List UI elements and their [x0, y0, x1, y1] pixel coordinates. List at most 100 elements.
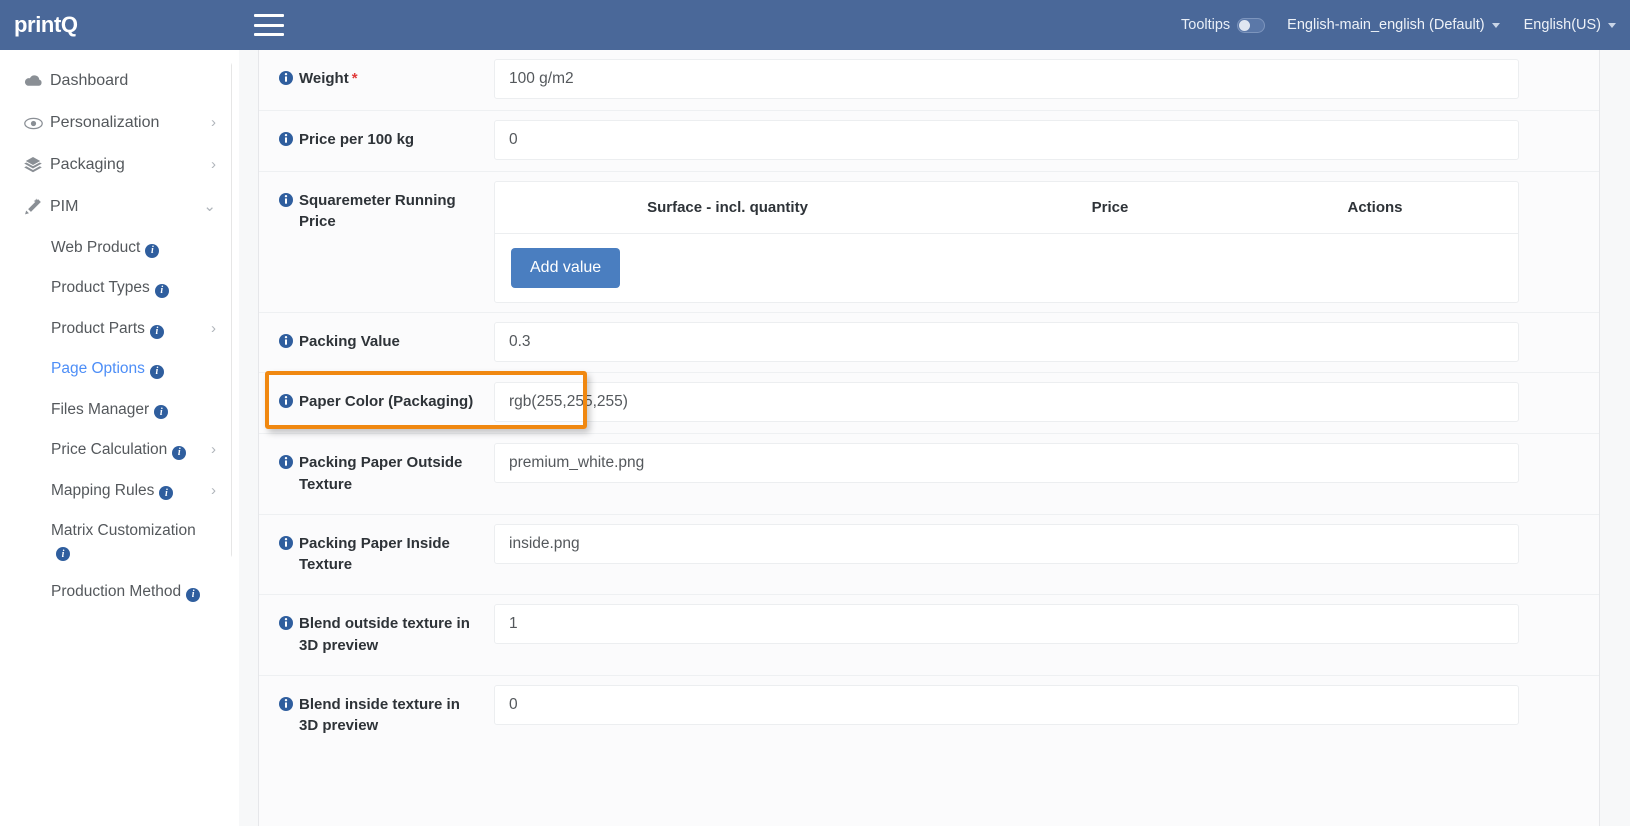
table-body: Add value [495, 234, 1518, 302]
form-row-weight: Weight * 100 g/m2 [259, 50, 1599, 110]
info-icon[interactable] [279, 192, 293, 214]
layers-icon [24, 157, 50, 173]
app-logo[interactable]: printQ [0, 12, 232, 38]
inside-texture-input[interactable]: inside.png [494, 523, 1519, 564]
locale-label: English(US) [1523, 17, 1601, 33]
info-icon[interactable]: i [186, 587, 201, 602]
sidebar-item-price-calculation[interactable]: Price Calculation i › [0, 430, 232, 470]
info-icon[interactable] [279, 70, 293, 92]
locale-dropdown[interactable]: English(US) [1524, 17, 1616, 33]
info-icon[interactable] [279, 696, 293, 718]
form-row-blend-inside: Blend inside texture in 3D preview 0 [259, 676, 1599, 756]
info-icon[interactable]: i [149, 364, 164, 379]
info-icon[interactable]: i [149, 324, 164, 339]
hamburger-line [254, 33, 284, 36]
required-marker: * [351, 70, 358, 87]
field-label-squaremeter-running-price: Squaremeter Running Price [259, 172, 494, 312]
sidebar-item-matrix-customization[interactable]: Matrix Customization i [0, 511, 232, 572]
sidebar-item-label: Matrix Customization [51, 522, 196, 540]
sidebar-item-mapping-rules[interactable]: Mapping Rules i › [0, 471, 232, 511]
sidebar-item-label: Packaging [50, 156, 125, 173]
column-header-actions: Actions [1347, 198, 1403, 216]
page-options-form-card: Weight * 100 g/m2 Price per 100 kg 0 Squ… [258, 50, 1600, 826]
weight-input[interactable]: 100 g/m2 [494, 59, 1519, 99]
info-icon[interactable] [279, 535, 293, 557]
sidebar-item-label: Product Parts [51, 319, 145, 337]
info-icon[interactable] [279, 333, 293, 355]
sidebar-scroll-area: Dashboard Personalization › Packaging › … [0, 50, 232, 613]
info-icon[interactable]: i [154, 405, 169, 420]
sidebar-item-label: Dashboard [50, 72, 129, 89]
form-row-squaremeter-running-price: Squaremeter Running Price Surface - incl… [259, 172, 1599, 312]
chevron-right-icon: › [211, 481, 216, 499]
sidebar-item-dashboard[interactable]: Dashboard [0, 60, 232, 102]
price-per-100kg-input[interactable]: 0 [494, 119, 1519, 160]
sidebar-item-files-manager[interactable]: Files Manager i [0, 390, 232, 430]
sidebar-scrollbar-thumb[interactable] [231, 62, 232, 558]
add-value-button[interactable]: Add value [511, 247, 621, 288]
sidebar-item-label: Product Types [51, 279, 150, 297]
toggle-knob [1239, 19, 1251, 31]
language-profile-dropdown[interactable]: English-main_english (Default) [1287, 17, 1500, 33]
paper-color-input[interactable]: rgb(255,255,255) [494, 382, 1519, 423]
column-header-price: Price [1091, 198, 1129, 216]
sidebar-item-label: Price Calculation [51, 441, 168, 459]
field-label-paper-color: Paper Color (Packaging) [259, 373, 494, 433]
tooltips-toggle-group[interactable]: Tooltips [1181, 17, 1266, 33]
hamburger-line [254, 23, 284, 27]
form-row-blend-outside: Blend outside texture in 3D preview 1 [259, 595, 1599, 675]
info-icon[interactable]: i [56, 547, 70, 562]
main-content-area: Weight * 100 g/m2 Price per 100 kg 0 Squ… [239, 50, 1630, 826]
form-row-inside-texture: Packing Paper Inside Texture inside.png [259, 515, 1599, 595]
eye-icon [24, 117, 50, 130]
sidebar-item-product-types[interactable]: Product Types i [0, 268, 232, 308]
magic-wand-icon [24, 198, 50, 216]
sidebar-item-label: Files Manager [51, 400, 150, 418]
field-label-outside-texture: Packing Paper Outside Texture [259, 434, 494, 514]
sidebar-item-production-method[interactable]: Production Method i [0, 572, 232, 612]
info-icon[interactable]: i [145, 243, 160, 258]
top-header-bar: printQ Tooltips English-main_english (De… [0, 0, 1630, 50]
sidebar-item-label: PIM [50, 198, 79, 215]
info-icon[interactable] [279, 615, 293, 637]
sidebar-item-page-options[interactable]: Page Options i [0, 349, 232, 389]
form-row-price-per-100kg: Price per 100 kg 0 [259, 111, 1599, 171]
sidebar-item-personalization[interactable]: Personalization › [0, 102, 232, 144]
header-actions: Tooltips English-main_english (Default) … [1181, 17, 1630, 33]
field-label-inside-texture: Packing Paper Inside Texture [259, 515, 494, 595]
outside-texture-input[interactable]: premium_white.png [494, 443, 1519, 483]
packing-value-input[interactable]: 0.3 [494, 321, 1519, 362]
sidebar-item-pim[interactable]: PIM ⌄ [0, 186, 232, 228]
sidebar-item-product-parts[interactable]: Product Parts i › [0, 309, 232, 349]
field-label-blend-inside: Blend inside texture in 3D preview [259, 676, 494, 756]
chevron-right-icon: › [211, 155, 216, 173]
info-icon[interactable] [279, 393, 293, 415]
chevron-right-icon: › [211, 441, 216, 459]
sidebar-item-label: Production Method [51, 583, 182, 601]
tooltips-label: Tooltips [1181, 17, 1231, 33]
info-icon[interactable] [279, 131, 293, 153]
info-icon[interactable]: i [159, 486, 174, 501]
hamburger-line [254, 14, 284, 17]
tooltips-toggle-switch[interactable] [1237, 17, 1266, 33]
chevron-down-icon [1491, 22, 1500, 28]
chevron-down-icon [1608, 22, 1616, 28]
info-icon[interactable]: i [172, 445, 187, 460]
form-row-packing-value: Packing Value 0.3 [259, 313, 1599, 373]
blend-inside-input[interactable]: 0 [494, 684, 1519, 725]
hamburger-icon[interactable] [254, 14, 284, 36]
sidebar-item-packaging[interactable]: Packaging › [0, 144, 232, 186]
chevron-down-icon: ⌄ [203, 197, 216, 215]
field-label-blend-outside: Blend outside texture in 3D preview [259, 595, 494, 675]
chevron-right-icon: › [211, 113, 216, 131]
blend-outside-input[interactable]: 1 [494, 604, 1519, 644]
language-profile-label: English-main_english (Default) [1287, 17, 1485, 33]
info-icon[interactable]: i [154, 284, 169, 299]
sidebar-nav: Dashboard Personalization › Packaging › … [0, 50, 232, 826]
sidebar-item-web-product[interactable]: Web Product i [0, 228, 232, 268]
info-icon[interactable] [279, 454, 293, 476]
cloud-icon [24, 74, 50, 88]
form-row-outside-texture: Packing Paper Outside Texture premium_wh… [259, 434, 1599, 514]
sidebar-item-label: Page Options [51, 360, 145, 378]
table-header-row: Surface - incl. quantity Price Actions [495, 182, 1518, 234]
